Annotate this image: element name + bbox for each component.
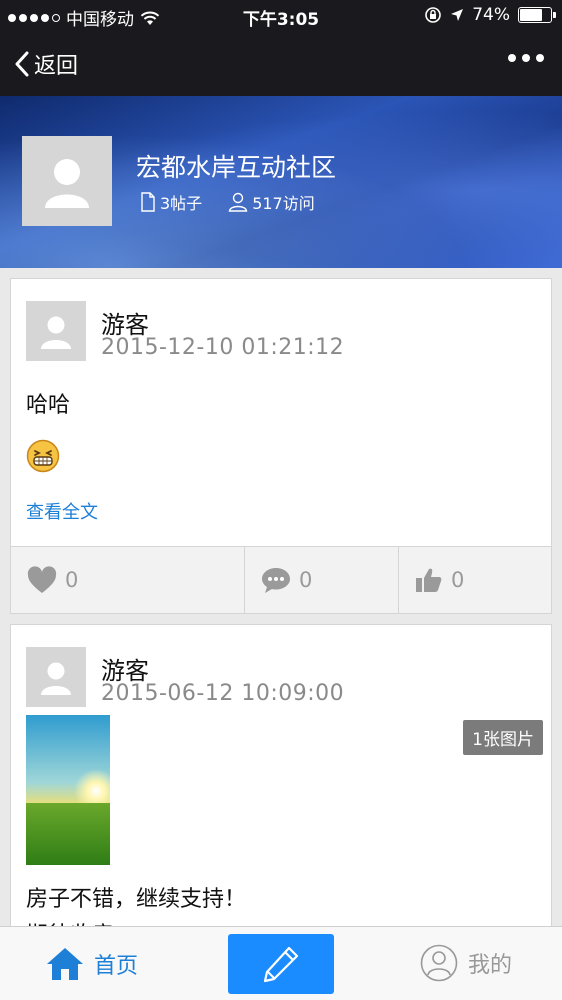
- more-icon: [508, 54, 516, 62]
- image-count-badge: 1张图片: [463, 720, 543, 755]
- visits-stat: 517访问: [228, 190, 315, 214]
- tab-home-label: 首页: [94, 954, 139, 979]
- chevron-left-icon: [15, 51, 29, 77]
- rotation-lock-icon: [425, 7, 442, 23]
- thumbs-up-button[interactable]: 0: [399, 547, 551, 613]
- author-avatar[interactable]: [26, 647, 86, 707]
- post-feed[interactable]: 游客 2015-12-10 01:21:12 哈哈 查看全文 0 0 0 游客 …: [0, 268, 562, 926]
- tab-mine[interactable]: 我的: [420, 944, 512, 982]
- community-stats: 3帖子 517访问: [140, 190, 315, 214]
- visits-count: 517访问: [252, 194, 315, 213]
- thumbs-up-icon: [416, 568, 442, 592]
- back-button[interactable]: 返回: [14, 48, 78, 80]
- comment-count: 0: [299, 568, 313, 592]
- default-avatar-icon: [45, 159, 89, 208]
- post-text: 房子不错，继续支持！: [26, 887, 247, 912]
- community-header: 宏都水岸互动社区 3帖子 517访问: [0, 96, 562, 268]
- comment-button[interactable]: 0: [245, 547, 399, 613]
- post-text-continued: 期待收房: [26, 917, 114, 926]
- bottom-tab-bar: 首页 我的: [0, 926, 562, 1000]
- like-count: 0: [65, 568, 79, 592]
- thumbs-up-count: 0: [451, 568, 465, 592]
- heart-icon: [27, 566, 57, 593]
- community-avatar[interactable]: [22, 136, 112, 226]
- location-icon: [451, 9, 464, 21]
- posts-count: 3帖子: [160, 194, 203, 213]
- tab-mine-label: 我的: [468, 953, 513, 978]
- post-image-thumbnail[interactable]: [26, 715, 110, 865]
- back-label: 返回: [34, 54, 79, 79]
- sunrise-field-image: [26, 715, 110, 865]
- post-time: 2015-06-12 10:09:00: [101, 681, 345, 706]
- default-avatar-icon: [41, 662, 71, 695]
- pencil-icon: [263, 946, 299, 983]
- view-full-link[interactable]: 查看全文: [26, 498, 98, 524]
- post-time: 2015-12-10 01:21:12: [101, 335, 345, 360]
- battery-percent: 74%: [472, 5, 510, 25]
- user-outline-icon: [228, 192, 248, 212]
- post-actions: 0 0 0: [11, 546, 551, 613]
- post-card[interactable]: 游客 2015-12-10 01:21:12 哈哈 查看全文 0 0 0: [10, 278, 552, 614]
- author-avatar[interactable]: [26, 301, 86, 361]
- user-circle-icon: [420, 944, 458, 982]
- post-text: 哈哈: [26, 393, 71, 418]
- battery-icon: [518, 7, 556, 23]
- post-card[interactable]: 游客 2015-06-12 10:09:00 1张图片 房子不错，继续支持！: [10, 624, 552, 926]
- home-icon: [47, 948, 83, 980]
- grin-emoji-icon: [26, 439, 60, 473]
- more-button[interactable]: [508, 54, 544, 62]
- comment-icon: [262, 568, 290, 593]
- navigation-bar: 返回: [0, 32, 562, 96]
- tab-home[interactable]: 首页: [46, 947, 138, 981]
- default-avatar-icon: [41, 316, 71, 349]
- compose-button[interactable]: [228, 934, 334, 994]
- status-bar: 中国移动 下午3:05 74%: [0, 0, 562, 32]
- status-right: 74%: [424, 5, 556, 25]
- posts-stat: 3帖子: [140, 190, 202, 214]
- like-button[interactable]: 0: [11, 547, 245, 613]
- document-icon: [141, 192, 155, 212]
- community-name: 宏都水岸互动社区: [136, 153, 337, 182]
- battery-fill: [520, 9, 543, 21]
